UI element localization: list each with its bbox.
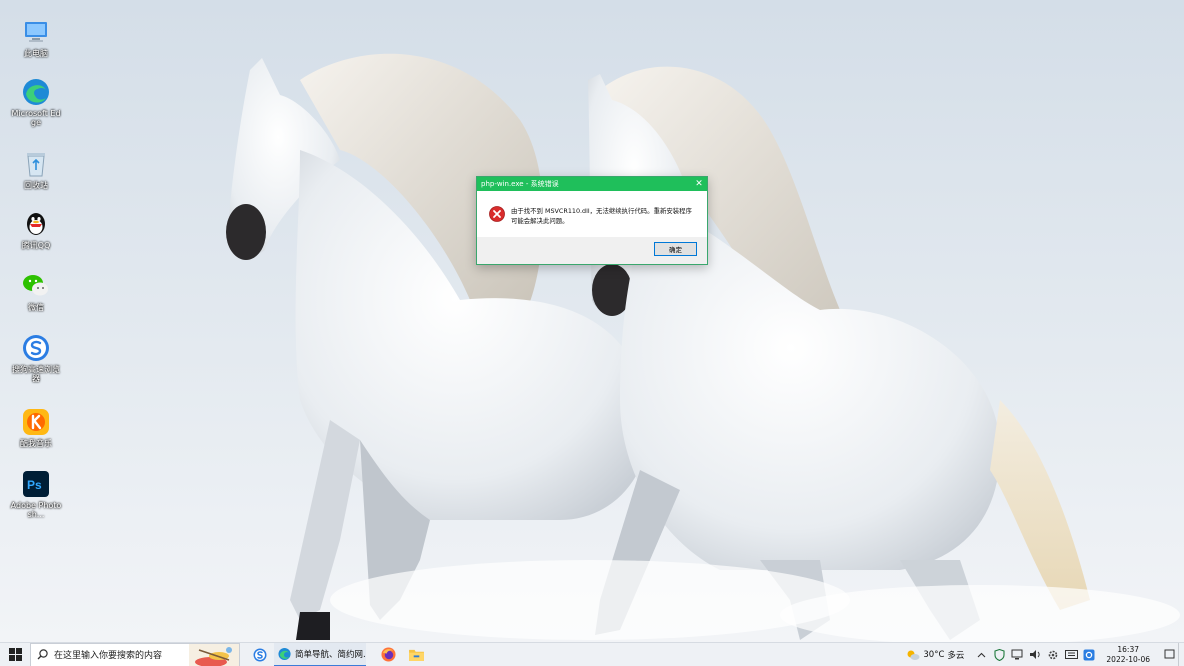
taskbar-search-box[interactable]: 在这里输入你要搜索的内容 <box>30 642 240 666</box>
search-placeholder: 在这里输入你要搜索的内容 <box>54 651 163 661</box>
clock-time: 16:37 <box>1117 644 1140 654</box>
weather-temperature: 30°C <box>923 649 945 660</box>
security-shield-icon[interactable] <box>992 648 1006 662</box>
desktop-icon-kuwo-music[interactable]: 酷我音乐 <box>10 408 62 448</box>
desktop-icon-label: 搜狗高速浏览器 <box>12 365 60 383</box>
desktop-icon-photoshop[interactable]: Ps Adobe Photosh... <box>10 470 62 519</box>
desktop-icon-label: 酷我音乐 <box>20 439 52 448</box>
firefox-icon <box>380 647 396 662</box>
start-button[interactable] <box>0 643 30 666</box>
photoshop-icon: Ps <box>22 470 50 498</box>
kuwo-music-icon <box>22 408 50 436</box>
edge-icon <box>22 78 50 106</box>
desktop-wallpaper <box>0 0 1184 642</box>
desktop-icon-recycle-bin[interactable]: 回收站 <box>10 150 62 190</box>
notification-icon[interactable] <box>1162 648 1176 662</box>
settings-gear-icon[interactable] <box>1046 648 1060 662</box>
sogou-browser-icon <box>22 334 50 362</box>
desktop-icon-this-pc[interactable]: 此电脑 <box>10 18 62 58</box>
edge-icon <box>278 647 291 660</box>
network-icon[interactable] <box>1010 648 1024 662</box>
taskbar-sogou-browser[interactable] <box>246 643 274 666</box>
desktop-icon-label: 此电脑 <box>24 49 48 58</box>
desktop-icon-wechat[interactable]: 微信 <box>10 272 62 312</box>
taskbar-clock[interactable]: 16:37 2022-10-06 <box>1106 645 1150 665</box>
desktop-icon-sogou-browser[interactable]: 搜狗高速浏览器 <box>10 334 62 383</box>
dialog-title: php-win.exe - 系统错误 <box>481 180 559 188</box>
dialog-titlebar[interactable]: php-win.exe - 系统错误 ✕ <box>477 177 707 191</box>
taskbar: 在这里输入你要搜索的内容 简单导航、简约网... 30°C 多云 16:37 2… <box>0 642 1184 666</box>
weather-description: 多云 <box>947 650 965 661</box>
app-tray-icon[interactable] <box>1082 648 1096 662</box>
ok-button[interactable]: 确定 <box>654 242 697 256</box>
error-icon <box>489 206 505 222</box>
partly-cloudy-icon <box>907 650 920 660</box>
recycle-bin-icon <box>22 150 50 178</box>
sogou-browser-icon <box>253 648 267 661</box>
weather-widget[interactable]: 30°C 多云 <box>906 649 964 661</box>
chevron-up-icon[interactable] <box>974 648 988 662</box>
desktop-icon-label: 腾讯QQ <box>21 241 51 250</box>
error-dialog: php-win.exe - 系统错误 ✕ 由于找不到 MSVCR110.dll，… <box>476 176 708 265</box>
dialog-message: 由于找不到 MSVCR110.dll，无法继续执行代码。重新安装程序可能会解决此… <box>511 207 692 225</box>
folder-icon <box>408 649 424 661</box>
desktop-icon-label: 微信 <box>28 303 44 312</box>
taskbar-file-explorer[interactable] <box>402 643 430 666</box>
close-button[interactable]: ✕ <box>691 177 707 191</box>
dialog-footer: 确定 <box>477 237 707 264</box>
taskbar-firefox[interactable] <box>374 643 402 666</box>
taskbar-window-title: 简单导航、简约网... <box>295 649 366 660</box>
keyboard-icon[interactable] <box>1064 648 1078 662</box>
svg-text:Ps: Ps <box>27 478 42 492</box>
desktop-icon-edge[interactable]: Microsoft Edge <box>10 78 62 127</box>
taskbar-edge-window[interactable]: 简单导航、简约网... <box>274 642 366 666</box>
desktop-icon-qq[interactable]: 腾讯QQ <box>10 210 62 250</box>
wechat-icon <box>22 272 50 300</box>
show-desktop-button[interactable] <box>1178 642 1184 666</box>
clock-date: 2022-10-06 <box>1106 654 1150 664</box>
system-tray: 30°C 多云 16:37 2022-10-06 <box>906 642 1184 666</box>
search-highlight-illustration <box>189 643 239 666</box>
dialog-body: 由于找不到 MSVCR110.dll，无法继续执行代码。重新安装程序可能会解决此… <box>477 191 707 237</box>
search-icon <box>37 649 48 660</box>
volume-icon[interactable] <box>1028 648 1042 662</box>
desktop-icon-label: 回收站 <box>24 181 48 190</box>
computer-icon <box>22 18 50 46</box>
qq-icon <box>22 210 50 238</box>
windows-icon <box>8 648 22 661</box>
desktop-icon-label: Microsoft Edge <box>11 109 61 127</box>
desktop-icon-label: Adobe Photosh... <box>10 501 62 519</box>
